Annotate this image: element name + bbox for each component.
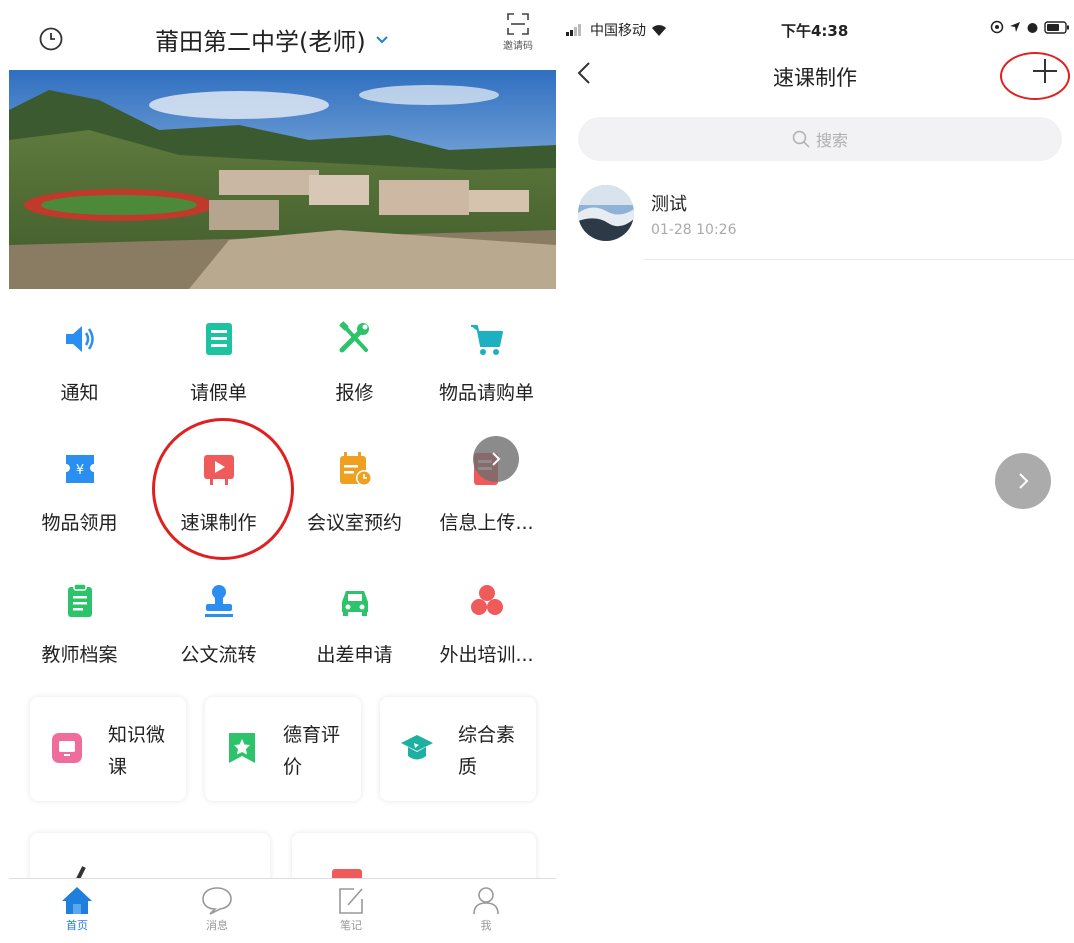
list-item[interactable]: 测试 01-28 10:26: [556, 180, 1074, 260]
status-bar: 中国移动 下午4:38: [556, 0, 1074, 40]
app-cards: 知识微课 德育评价 综合素质: [30, 697, 536, 802]
status-time: 下午4:38: [781, 22, 849, 40]
svg-text:¥: ¥: [75, 463, 83, 478]
calendar-icon: [339, 452, 372, 486]
document-icon: [205, 323, 232, 355]
grid-item-label: 教师档案: [41, 644, 118, 666]
school-title: 莆田第二中学(老师): [155, 28, 366, 56]
grid-item-leave[interactable]: 请假单: [149, 300, 288, 420]
quick-course-screen: 中国移动 下午4:38 速课制作 搜索 测试 01-28 10:26: [556, 0, 1074, 943]
grid-item-label: 公文流转: [180, 644, 257, 666]
tab-me[interactable]: 我: [456, 885, 516, 933]
tab-label: 消息: [206, 919, 228, 932]
carrier-name: 中国移动: [590, 23, 646, 39]
wifi-icon: [652, 25, 666, 36]
partial-card[interactable]: [30, 833, 270, 892]
home-header: 莆田第二中学(老师) 邀请码: [0, 0, 556, 70]
invite-code-button[interactable]: 邀请码: [498, 12, 538, 52]
divider: [644, 259, 1074, 260]
grid-item-label: 会议室预约: [306, 512, 402, 534]
carrier-info: 中国移动: [566, 20, 668, 40]
speaker-icon: [65, 326, 94, 352]
partial-card[interactable]: [292, 833, 536, 883]
graduation-cap-icon: [401, 735, 433, 760]
clipboard-icon: [67, 583, 92, 617]
home-icon: [62, 887, 92, 914]
next-page-button[interactable]: [995, 453, 1051, 509]
card-label: 德育评价: [283, 724, 341, 778]
lock-rotation-icon: [990, 20, 1004, 34]
signal-icon: [566, 24, 581, 36]
search-icon: [792, 130, 810, 148]
tab-messages[interactable]: 消息: [187, 885, 247, 933]
stamp-icon: [204, 585, 233, 617]
grid-item-purchase[interactable]: 物品请购单: [417, 300, 556, 420]
user-icon: [473, 887, 499, 915]
grid-item-repair[interactable]: 报修: [285, 300, 424, 420]
bookmark-star-icon: [229, 733, 255, 763]
grid-item-business-trip[interactable]: 出差申请: [285, 562, 424, 682]
chevron-right-icon: [1019, 473, 1029, 489]
card-label: 知识微课: [108, 724, 166, 778]
search-placeholder: 搜索: [815, 131, 848, 150]
clock-icon[interactable]: [38, 26, 64, 52]
avatar: [578, 185, 634, 241]
grid-item-label: 物品请购单: [438, 382, 534, 404]
battery-icon: [1044, 20, 1069, 34]
grid-item-external-training[interactable]: 外出培训...: [417, 562, 556, 682]
page-title: 速课制作: [773, 66, 857, 90]
car-icon: [341, 591, 368, 616]
chevron-down-icon: [376, 35, 388, 43]
bottom-tab-bar: 首页 消息 笔记 我: [9, 878, 556, 943]
card-moral-evaluation[interactable]: 德育评价: [205, 697, 361, 801]
highlight-circle: [152, 418, 294, 560]
next-page-button[interactable]: [473, 436, 519, 482]
grid-item-label: 通知: [60, 382, 99, 404]
chevron-right-icon: [492, 452, 501, 466]
tab-label: 笔记: [340, 919, 362, 932]
card-label: 综合素质: [458, 724, 516, 778]
edit-note-icon: [339, 888, 363, 914]
grid-item-label: 请假单: [189, 382, 247, 404]
tools-icon: [338, 321, 369, 353]
campus-banner-image[interactable]: [9, 70, 556, 289]
grid-item-label: 物品领用: [41, 512, 118, 534]
item-title: 测试: [651, 194, 687, 215]
alarm-icon: [1027, 22, 1038, 33]
grid-item-teacher-archive[interactable]: 教师档案: [10, 562, 149, 682]
nav-bar: 速课制作: [556, 50, 1074, 100]
highlight-circle: [1000, 52, 1070, 100]
item-time: 01-28 10:26: [651, 222, 737, 238]
chat-bubble-icon: [202, 887, 232, 915]
tab-label: 首页: [66, 919, 88, 932]
cart-icon: [470, 325, 503, 355]
tab-label: 我: [480, 919, 492, 932]
ticket-icon: ¥: [65, 455, 94, 483]
grid-item-collect[interactable]: ¥ 物品领用: [10, 430, 149, 550]
tab-home[interactable]: 首页: [47, 885, 107, 933]
home-screen: 莆田第二中学(老师) 邀请码 通知 请假单 报修 物品请购单 ¥ 物品领用 速课…: [0, 0, 556, 943]
invite-label: 邀请码: [503, 41, 533, 52]
grid-item-notice[interactable]: 通知: [10, 300, 149, 420]
grid-item-label: 信息上传...: [439, 512, 534, 534]
card-comprehensive-quality[interactable]: 综合素质: [380, 697, 536, 801]
school-selector[interactable]: 莆田第二中学(老师): [155, 22, 390, 57]
grid-item-label: 外出培训...: [439, 644, 534, 666]
search-bar[interactable]: 搜索: [578, 117, 1062, 161]
grid-item-meeting-room[interactable]: 会议室预约: [285, 430, 424, 550]
scan-icon: [507, 13, 529, 35]
more-cards-partial: [30, 833, 536, 892]
grid-item-document-flow[interactable]: 公文流转: [149, 562, 288, 682]
tab-notes[interactable]: 笔记: [321, 885, 381, 933]
tv-icon: [52, 733, 82, 763]
status-icons: [990, 20, 1070, 34]
circles-icon: [470, 585, 503, 615]
grid-item-label: 报修: [335, 382, 374, 404]
card-knowledge-micro-course[interactable]: 知识微课: [30, 697, 186, 801]
grid-item-label: 出差申请: [316, 644, 393, 666]
location-icon: [1010, 22, 1020, 32]
